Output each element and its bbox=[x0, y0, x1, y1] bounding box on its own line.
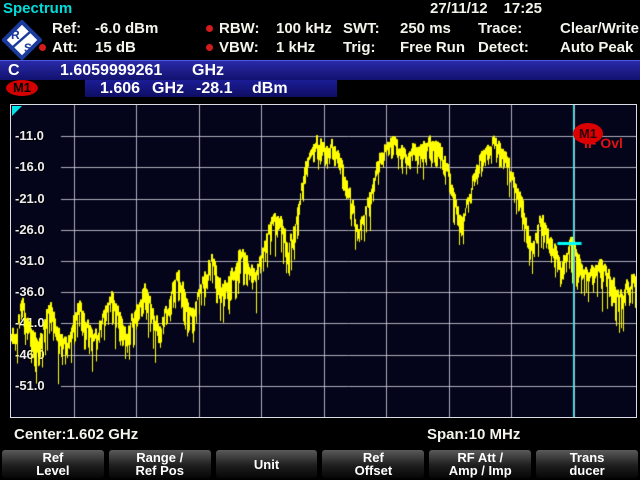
trace-start-flag-icon bbox=[12, 106, 22, 116]
marker-m1-plot-badge: M1 bbox=[573, 123, 603, 144]
marker-level-value: -28.1 bbox=[196, 80, 232, 98]
softkey-unit[interactable]: Unit bbox=[216, 450, 318, 478]
detector-setting: Detect:Auto Peak bbox=[478, 39, 633, 56]
trace-value: Clear/Write bbox=[560, 20, 639, 37]
changed-indicator-icon bbox=[206, 25, 213, 32]
ref-value: -6.0 dBm bbox=[95, 20, 158, 37]
vbw-label: VBW: bbox=[219, 39, 276, 56]
softkey-rf-att-amp-imp[interactable]: RF Att /Amp / Imp bbox=[429, 450, 531, 478]
detect-value: Auto Peak bbox=[560, 39, 633, 56]
softkey-range-ref-pos[interactable]: Range /Ref Pos bbox=[109, 450, 211, 478]
marker-readout-row: M1 1.606 GHz -28.1 dBm bbox=[0, 80, 640, 97]
marker-freq-unit: GHz bbox=[152, 80, 184, 98]
softkey-bar: RefLevel Range /Ref Pos Unit RefOffset R… bbox=[0, 450, 640, 478]
detect-label: Detect: bbox=[478, 39, 560, 56]
att-value: 15 dB bbox=[95, 39, 136, 56]
center-frequency-bar: C 1.6059999261 GHz bbox=[0, 60, 640, 80]
rbw-value: 100 kHz bbox=[276, 20, 332, 37]
freq-line-unit: GHz bbox=[192, 62, 224, 80]
trace-label: Trace: bbox=[478, 20, 560, 37]
date-time: 27/11/12 17:25 bbox=[430, 0, 542, 17]
att-label: Att: bbox=[52, 39, 95, 56]
changed-indicator-icon bbox=[39, 44, 46, 51]
attenuation-setting: Att:15 dB bbox=[52, 39, 136, 56]
svg-text:S: S bbox=[24, 41, 32, 55]
vbw-value: 1 kHz bbox=[276, 39, 315, 56]
trig-label: Trig: bbox=[343, 39, 400, 56]
trigger-setting: Trig:Free Run bbox=[343, 39, 465, 56]
ref-level-setting: Ref:-6.0 dBm bbox=[52, 20, 158, 37]
marker-level-unit: dBm bbox=[252, 80, 288, 98]
trig-value: Free Run bbox=[400, 39, 465, 56]
vbw-setting: VBW:1 kHz bbox=[219, 39, 315, 56]
freq-line-value: 1.6059999261 bbox=[60, 62, 162, 80]
rbw-label: RBW: bbox=[219, 20, 276, 37]
trace-mode-setting: Trace:Clear/Write bbox=[478, 20, 639, 37]
ref-label: Ref: bbox=[52, 20, 95, 37]
changed-indicator-icon bbox=[206, 44, 213, 51]
rbw-setting: RBW:100 kHz bbox=[219, 20, 332, 37]
softkey-ref-offset[interactable]: RefOffset bbox=[322, 450, 424, 478]
span-readout: Span:10 MHz bbox=[427, 426, 520, 443]
spectrum-plot-area: -51.0-46.0-41.0-36.0-31.0-26.0-21.0-16.0… bbox=[10, 104, 637, 418]
softkey-transducer[interactable]: Transducer bbox=[536, 450, 638, 478]
swt-label: SWT: bbox=[343, 20, 400, 37]
app-mode-title: Spectrum bbox=[3, 0, 72, 17]
time: 17:25 bbox=[504, 0, 542, 17]
date: 27/11/12 bbox=[430, 0, 488, 17]
analyzer-screen: Spectrum 27/11/1217:25 R S Ref:-6.0 dBm … bbox=[0, 0, 640, 480]
center-value: 1.602 GHz bbox=[67, 426, 139, 443]
freq-line-label: C bbox=[8, 62, 20, 80]
graticule-and-trace-canvas bbox=[11, 105, 636, 417]
span-value: 10 MHz bbox=[469, 426, 521, 443]
marker-m1-badge: M1 bbox=[6, 80, 38, 96]
marker-freq-value: 1.606 bbox=[100, 80, 140, 98]
span-label: Span: bbox=[427, 426, 469, 443]
swt-value: 250 ms bbox=[400, 20, 451, 37]
rohde-schwarz-logo-icon: R S bbox=[2, 20, 42, 60]
center-label: Center: bbox=[14, 426, 67, 443]
svg-text:R: R bbox=[11, 28, 20, 42]
sweep-time-setting: SWT:250 ms bbox=[343, 20, 451, 37]
center-frequency-readout: Center:1.602 GHz bbox=[14, 426, 138, 443]
softkey-ref-level[interactable]: RefLevel bbox=[2, 450, 104, 478]
